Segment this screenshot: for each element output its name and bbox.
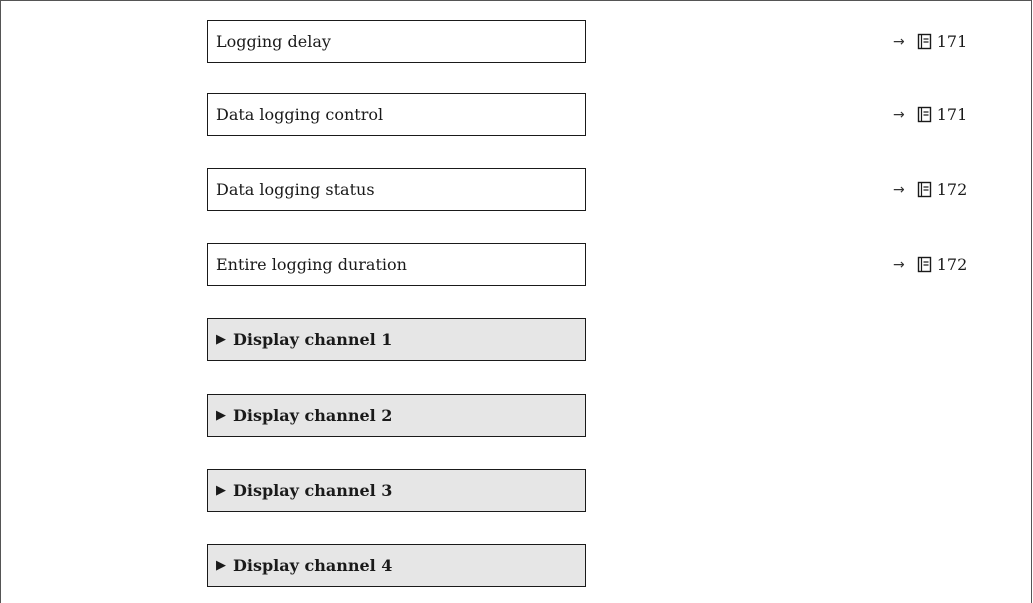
book-icon: [917, 181, 931, 198]
submenu-label: Display channel 1: [233, 330, 393, 349]
parameter-row-logging-delay: Logging delay → 171: [0, 20, 1033, 63]
submenu-display-channel-3[interactable]: ▶ Display channel 3: [207, 469, 586, 512]
submenu-display-channel-2[interactable]: ▶ Display channel 2: [207, 394, 586, 437]
submenu-label: Display channel 4: [233, 556, 393, 575]
parameter-label: Entire logging duration: [216, 255, 407, 274]
triangle-right-icon: ▶: [216, 332, 226, 347]
triangle-right-icon: ▶: [216, 483, 226, 498]
parameter-label: Data logging status: [216, 180, 375, 199]
parameter-box-entire-logging-duration[interactable]: Entire logging duration: [207, 243, 586, 286]
parameter-row-data-logging-status: Data logging status → 172: [0, 168, 1033, 211]
parameter-row-entire-logging-duration: Entire logging duration → 172: [0, 243, 1033, 286]
book-icon: [917, 33, 931, 50]
submenu-row-display-channel-1: ▶ Display channel 1: [0, 318, 1033, 361]
parameter-row-data-logging-control: Data logging control → 171: [0, 93, 1033, 136]
page-number: 171: [936, 105, 968, 124]
submenu-row-display-channel-2: ▶ Display channel 2: [0, 394, 1033, 437]
book-icon: [917, 106, 931, 123]
submenu-display-channel-4[interactable]: ▶ Display channel 4: [207, 544, 586, 587]
submenu-row-display-channel-3: ▶ Display channel 3: [0, 469, 1033, 512]
page-number: 171: [936, 32, 968, 51]
book-icon: [917, 256, 931, 273]
parameter-label: Data logging control: [216, 105, 384, 124]
submenu-label: Display channel 2: [233, 406, 393, 425]
right-arrow-icon: →: [893, 33, 905, 50]
parameter-box-logging-delay[interactable]: Logging delay: [207, 20, 586, 63]
triangle-right-icon: ▶: [216, 408, 226, 423]
page-reference-data-logging-status[interactable]: → 172: [893, 168, 967, 211]
parameter-box-data-logging-status[interactable]: Data logging status: [207, 168, 586, 211]
page-number: 172: [936, 180, 968, 199]
page-reference-entire-logging-duration[interactable]: → 172: [893, 243, 967, 286]
page-number: 172: [936, 255, 968, 274]
submenu-row-display-channel-4: ▶ Display channel 4: [0, 544, 1033, 587]
submenu-label: Display channel 3: [233, 481, 393, 500]
right-arrow-icon: →: [893, 106, 905, 123]
parameter-box-data-logging-control[interactable]: Data logging control: [207, 93, 586, 136]
right-arrow-icon: →: [893, 181, 905, 198]
page-reference-data-logging-control[interactable]: → 171: [893, 93, 967, 136]
submenu-display-channel-1[interactable]: ▶ Display channel 1: [207, 318, 586, 361]
right-arrow-icon: →: [893, 256, 905, 273]
triangle-right-icon: ▶: [216, 558, 226, 573]
parameter-label: Logging delay: [216, 32, 331, 51]
page-frame: [0, 0, 1032, 603]
page-reference-logging-delay[interactable]: → 171: [893, 20, 967, 63]
